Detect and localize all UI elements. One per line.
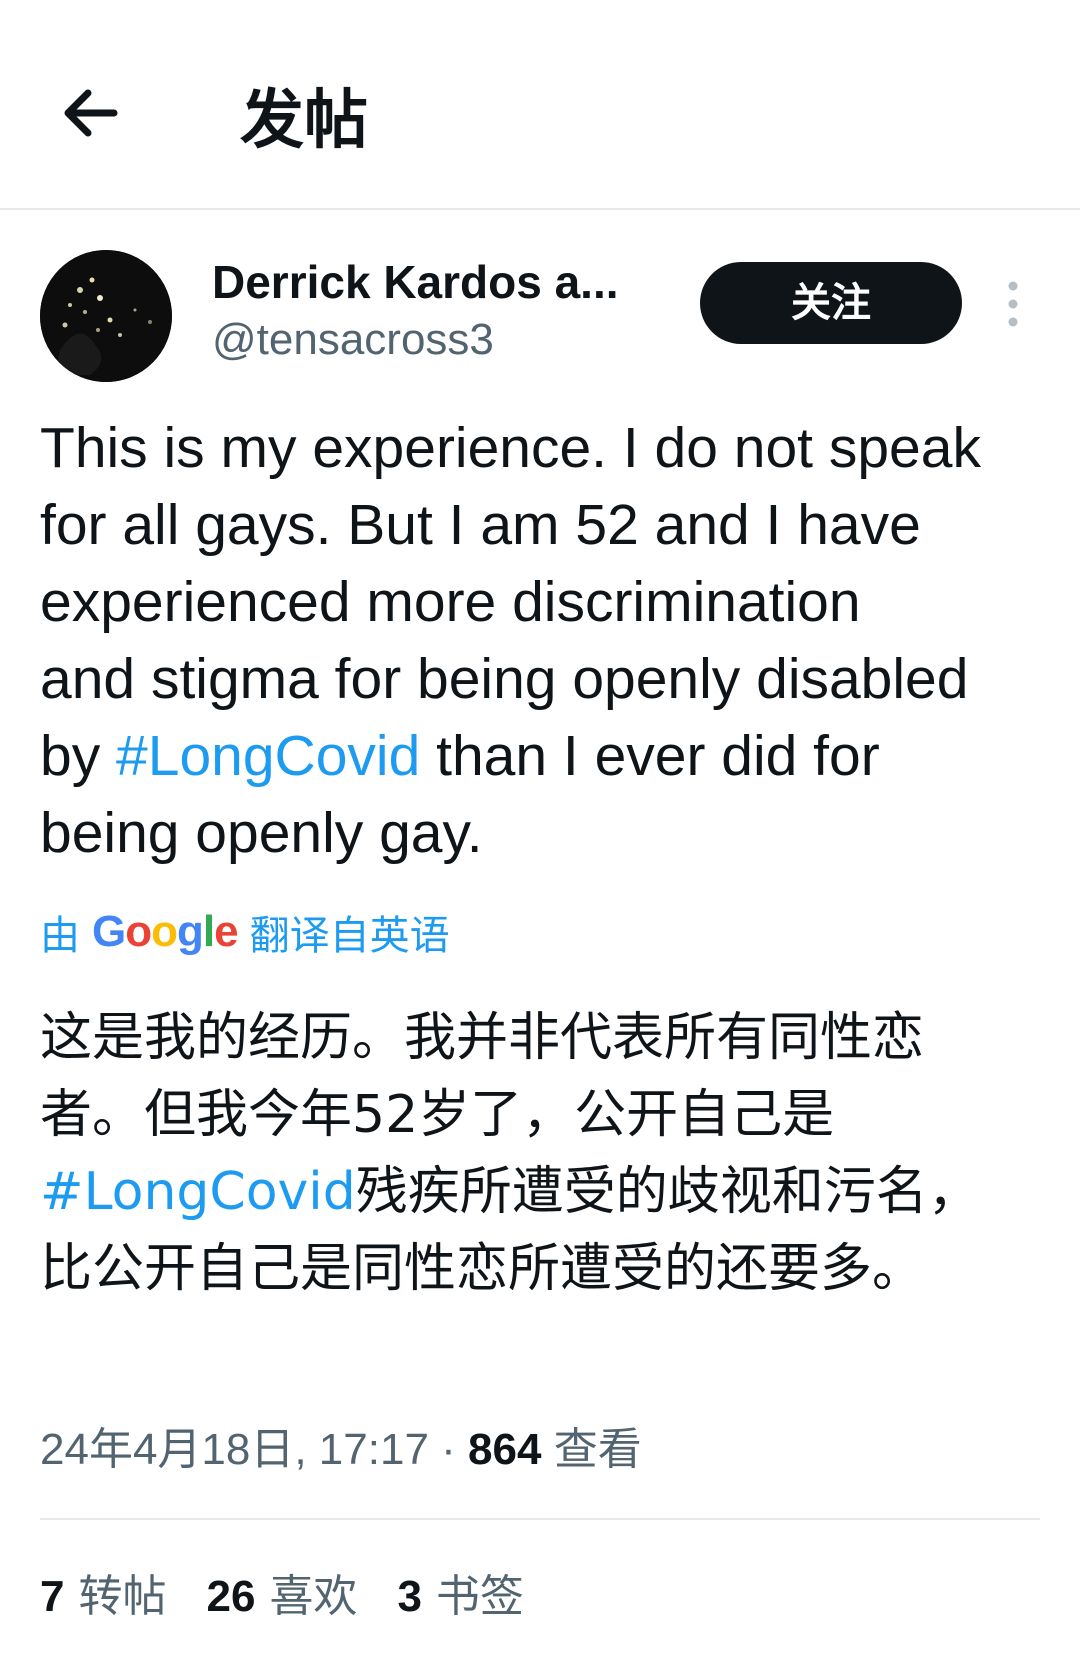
likes-label: 喜欢: [269, 1572, 358, 1621]
post-meta: 24年4月18日, 17:17 · 864 查看: [40, 1420, 642, 1480]
back-button[interactable]: [56, 78, 126, 148]
meta-separator: ·: [441, 1425, 456, 1474]
bookmarks-count: 3: [397, 1572, 422, 1621]
translation-suffix: 翻译自英语: [249, 913, 450, 959]
tweet-text: This is my experience. I do not speak fo…: [40, 410, 1050, 872]
translated-text: 这是我的经历。我并非代表所有同性恋者。但我今年52岁了，公开自己是 #LongCo…: [40, 1000, 1000, 1308]
hashtag-link[interactable]: #LongCovid: [116, 724, 420, 788]
avatar[interactable]: [40, 250, 172, 382]
likes-stat[interactable]: 26 喜欢: [206, 1562, 357, 1632]
translation-attribution[interactable]: 由 Google 翻译自英语: [40, 902, 450, 962]
timestamp[interactable]: 24年4月18日, 17:17: [40, 1425, 429, 1474]
google-logo: Google: [92, 907, 239, 956]
author-name[interactable]: Derrick Kardos a...: [212, 252, 652, 312]
more-options-button[interactable]: [995, 278, 1031, 330]
top-bar: 发帖: [0, 0, 1080, 210]
hashtag-link[interactable]: #LongCovid: [40, 1162, 356, 1222]
arrow-left-icon: [64, 89, 118, 137]
likes-count: 26: [206, 1572, 256, 1621]
engagement-stats: 7 转帖 26 喜欢 3 书签: [40, 1562, 524, 1632]
bookmarks-stat[interactable]: 3 书签: [397, 1562, 523, 1632]
divider: [40, 1518, 1040, 1520]
views-label: 查看: [553, 1425, 642, 1474]
views-count: 864: [468, 1425, 542, 1474]
reposts-stat[interactable]: 7 转帖: [40, 1562, 166, 1632]
more-vertical-icon: [1008, 281, 1018, 327]
follow-button[interactable]: 关注: [700, 262, 962, 344]
translation-prefix: 由: [40, 913, 80, 959]
page-title: 发帖: [240, 84, 368, 156]
author-handle[interactable]: @tensacross3: [212, 312, 494, 368]
bookmarks-label: 书签: [435, 1572, 524, 1621]
avatar-image: [40, 250, 172, 382]
reposts-count: 7: [40, 1572, 65, 1621]
translated-text-part: 这是我的经历。我并非代表所有同性恋者。但我今年52岁了，公开自己是: [40, 1008, 925, 1145]
reposts-label: 转帖: [78, 1572, 167, 1621]
